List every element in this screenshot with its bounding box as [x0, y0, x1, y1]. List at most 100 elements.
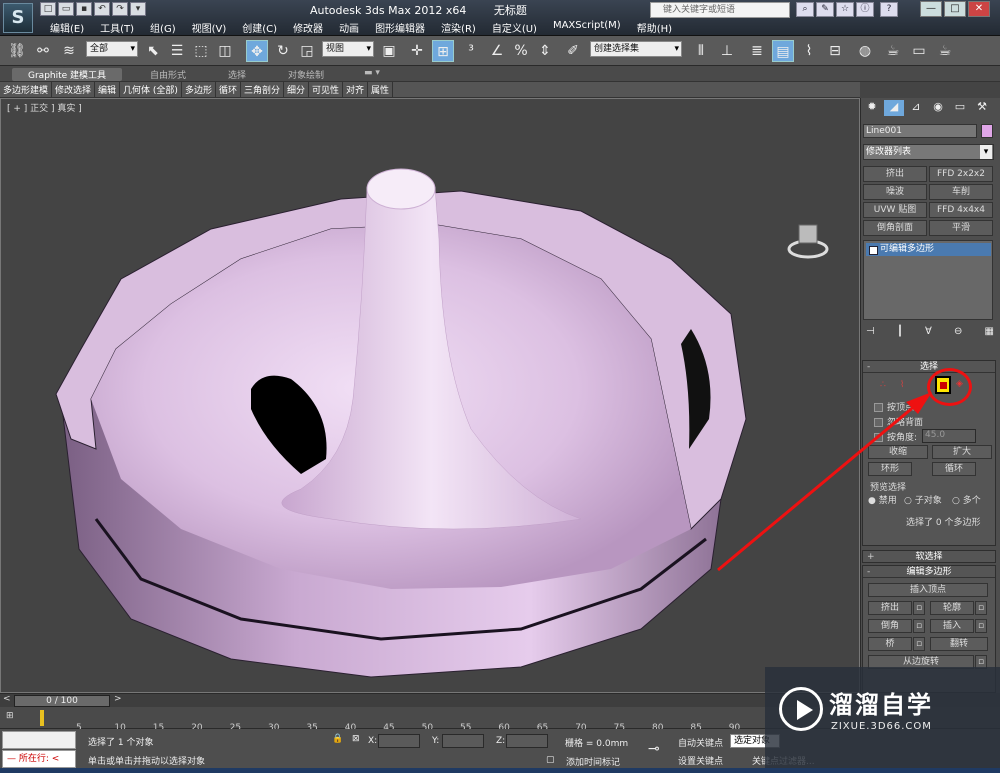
subtab-visibility[interactable]: 可见性	[309, 82, 344, 97]
viewcube-icon[interactable]	[787, 219, 829, 261]
ref-coord-dropdown[interactable]: 视图	[322, 41, 374, 57]
x-coordinate-field[interactable]	[378, 734, 420, 748]
grow-button[interactable]: 扩大	[932, 445, 992, 459]
schematic-view-icon[interactable]: ⊟	[824, 40, 846, 62]
by-angle-checkbox[interactable]: 按角度:	[874, 430, 917, 443]
hierarchy-tab-icon[interactable]: ⊿	[906, 100, 926, 116]
tab-freeform[interactable]: 自由形式	[150, 68, 186, 81]
subtab-tris[interactable]: 三角剖分	[241, 82, 284, 97]
configure-sets-icon[interactable]: ▦	[985, 326, 994, 340]
close-button[interactable]: ✕	[968, 1, 990, 17]
tools-icon[interactable]: ✎	[816, 2, 834, 17]
redo-icon[interactable]: ↷	[112, 2, 128, 16]
mod-ffd222-button[interactable]: FFD 2x2x2	[929, 166, 993, 182]
rect-selection-icon[interactable]: ⬚	[190, 40, 212, 62]
angle-spinner[interactable]: 45.0	[922, 429, 976, 443]
percent-snap-icon[interactable]: %	[510, 40, 532, 62]
subtab-polygons[interactable]: 多边形	[182, 82, 216, 97]
named-selection-dropdown[interactable]: 创建选择集	[590, 41, 682, 57]
shrink-button[interactable]: 收缩	[868, 445, 928, 459]
outline-button[interactable]: 轮廓	[930, 601, 974, 615]
window-crossing-icon[interactable]: ◫	[214, 40, 236, 62]
display-tab-icon[interactable]: ▭	[950, 100, 970, 116]
ring-button[interactable]: 环形	[868, 462, 912, 476]
pin-stack-icon[interactable]: ⊣	[866, 326, 875, 340]
render-setup-icon[interactable]: ☕	[882, 40, 904, 62]
subtab-poly-modeling[interactable]: 多边形建模	[0, 82, 53, 97]
snap-3d-icon[interactable]: ³	[460, 40, 482, 62]
menu-maxscript[interactable]: MAXScript(M)	[545, 20, 629, 35]
modifier-list-dropdown[interactable]: 修改器列表	[863, 144, 994, 160]
star-icon[interactable]: ☆	[836, 2, 854, 17]
modify-tab-icon[interactable]: ◢	[884, 100, 904, 116]
mod-smooth-button[interactable]: 平滑	[929, 220, 993, 236]
time-cursor[interactable]	[40, 710, 44, 726]
stack-item-editable-poly[interactable]: 可编辑多边形	[866, 243, 991, 256]
app-logo[interactable]: S	[3, 3, 33, 33]
binoculars-icon[interactable]: ⌕	[796, 2, 814, 17]
remove-modifier-icon[interactable]: ⊖	[954, 326, 962, 340]
time-slider[interactable]: 0 / 100	[14, 695, 110, 707]
absolute-mode-icon[interactable]: ⊠	[352, 734, 360, 744]
subtab-subdivision[interactable]: 细分	[284, 82, 309, 97]
pivot-icon[interactable]: ▣	[378, 40, 400, 62]
menu-views[interactable]: 视图(V)	[184, 20, 235, 35]
object-color-swatch[interactable]	[981, 124, 993, 138]
auto-key-label[interactable]: 自动关键点	[678, 736, 723, 749]
subtab-edit[interactable]: 编辑	[95, 82, 121, 97]
add-marker-icon[interactable]: ▢	[546, 755, 555, 765]
insert-vertex-button[interactable]: 插入顶点	[868, 583, 988, 597]
create-tab-icon[interactable]: ✹	[862, 100, 882, 116]
loop-button[interactable]: 循环	[932, 462, 976, 476]
mod-lathe-button[interactable]: 车削	[929, 184, 993, 200]
perspective-viewport[interactable]: [ + ] 正交 ] 真实 ]	[0, 98, 860, 693]
graphite-toggle-icon[interactable]: ▤	[772, 40, 794, 62]
lock-selection-icon[interactable]: 🔒	[332, 734, 343, 744]
select-manipulate-icon[interactable]: ✛	[406, 40, 428, 62]
preview-multi-radio[interactable]: ○ 多个	[952, 493, 981, 506]
select-object-icon[interactable]: ⬉	[142, 40, 164, 62]
by-vertex-checkbox[interactable]: 按顶点	[874, 400, 914, 413]
scale-icon[interactable]: ◲	[296, 40, 318, 62]
menu-edit[interactable]: 编辑(E)	[42, 20, 92, 35]
key-icon[interactable]: ⊸	[648, 741, 660, 757]
bevel-button[interactable]: 倒角	[868, 619, 912, 633]
show-end-icon[interactable]: ┃	[897, 326, 903, 340]
new-file-icon[interactable]: □	[40, 2, 56, 16]
tab-selection[interactable]: 选择	[228, 68, 246, 81]
make-unique-icon[interactable]: ∀	[925, 326, 932, 340]
bind-spacewarp-icon[interactable]: ≋	[58, 40, 80, 62]
time-prev-icon[interactable]: <	[3, 694, 11, 704]
save-icon[interactable]: ▪	[76, 2, 92, 16]
vertex-mode-icon[interactable]: ∴	[880, 380, 886, 390]
mini-curve-editor-icon[interactable]: ⊞	[6, 711, 14, 721]
curve-editor-icon[interactable]: ⌇	[798, 40, 820, 62]
flip-button[interactable]: 翻转	[930, 637, 988, 651]
maxscript-listener[interactable]	[2, 731, 76, 749]
modifier-stack[interactable]: 可编辑多边形	[863, 240, 993, 320]
menu-graph-editors[interactable]: 图形编辑器	[367, 20, 433, 35]
add-time-tag[interactable]: 添加时间标记	[566, 755, 620, 768]
outline-settings-icon[interactable]: ▫	[975, 601, 987, 615]
dropdown-icon[interactable]: ▾	[130, 2, 146, 16]
move-icon[interactable]: ✥	[246, 40, 268, 62]
subtab-modify-selection[interactable]: 修改选择	[52, 82, 96, 97]
bevel-settings-icon[interactable]: ▫	[913, 619, 925, 633]
minimize-button[interactable]: —	[920, 1, 942, 17]
time-slider-track[interactable]: < 0 / 100 >	[0, 693, 860, 707]
mirror-icon[interactable]: ⫴	[690, 40, 712, 62]
align-icon[interactable]: ⊥	[716, 40, 738, 62]
info-icon[interactable]: ⓘ	[856, 2, 874, 17]
menu-modifiers[interactable]: 修改器	[285, 20, 331, 35]
material-editor-icon[interactable]: ◍	[854, 40, 876, 62]
bridge-settings-icon[interactable]: ▫	[913, 637, 925, 651]
spinner-snap-icon[interactable]: ⇕	[534, 40, 556, 62]
menu-customize[interactable]: 自定义(U)	[484, 20, 545, 35]
object-name-field[interactable]: Line001	[863, 124, 977, 138]
time-next-icon[interactable]: >	[114, 694, 122, 704]
edit-polygons-title[interactable]: - 编辑多边形	[863, 566, 995, 578]
open-file-icon[interactable]: ▭	[58, 2, 74, 16]
ribbon-options-icon[interactable]: ▬ ▾	[364, 68, 380, 78]
subtab-geometry[interactable]: 几何体 (全部)	[120, 82, 182, 97]
rotate-icon[interactable]: ↻	[272, 40, 294, 62]
